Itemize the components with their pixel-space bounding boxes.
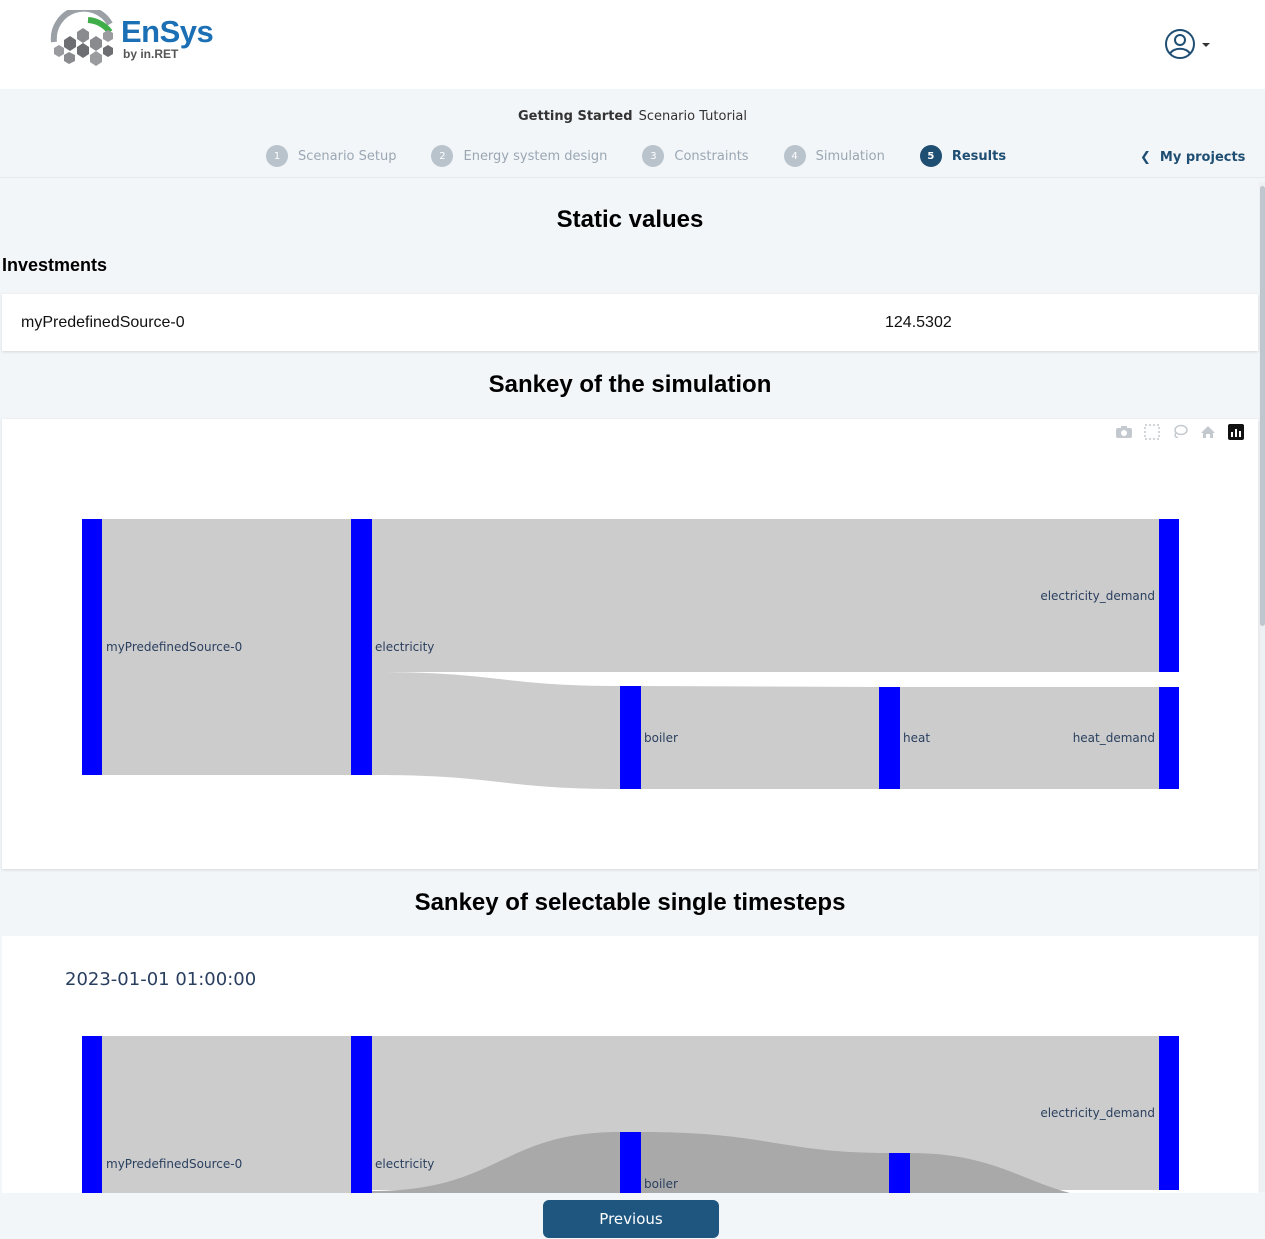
node-label: boiler [644,1177,678,1191]
step-label: Constraints [674,148,749,164]
node-label: heat [903,731,930,745]
step-results[interactable]: 5 Results [919,145,1007,167]
breadcrumb-project: Scenario Tutorial [638,109,747,124]
wizard-steps: 1 Scenario Setup 2 Energy system design … [266,144,1041,168]
sankey-node [620,1132,641,1193]
sankey-node [889,1153,910,1193]
investments-table: myPredefinedSource-0 124.5302 [2,294,1258,351]
sankey-node [1159,687,1179,789]
my-projects-label: My projects [1159,150,1246,165]
logo-text: EnSys [121,14,214,49]
step-energy-system-design[interactable]: 2 Energy system design [431,145,607,167]
node-label: electricity [375,640,434,654]
step-number: 3 [642,145,665,167]
sankey-timestep-title: Sankey of selectable single timesteps [414,889,846,916]
node-label: myPredefinedSource-0 [106,640,242,654]
sankey-link [372,672,620,789]
sankey-node [82,519,102,775]
step-label: Scenario Setup [298,148,397,164]
breadcrumb: Getting Started Scenario Tutorial [0,109,1265,124]
timestep-label: 2023-01-01 01:00:00 [65,969,257,990]
previous-button[interactable]: Previous [543,1200,719,1238]
node-label: electricity [375,1157,434,1171]
top-navbar: EnSys by in.RET [0,0,1265,89]
sankey-node [351,1036,372,1193]
node-label: heat_demand [1073,731,1155,745]
step-constraints[interactable]: 3 Constraints [642,145,749,167]
step-number: 1 [266,145,288,167]
investment-name: myPredefinedSource-0 [21,314,185,331]
logo-subtitle: by in.RET [123,47,179,61]
static-values-title: Static values [556,206,704,233]
plot-modebar [1114,423,1254,441]
step-scenario-setup[interactable]: 1 Scenario Setup [266,145,396,167]
sankey-node [1159,1036,1179,1190]
chevron-left-icon: ❮ [1140,150,1151,165]
node-label: myPredefinedSource-0 [106,1157,242,1171]
lasso-icon[interactable] [1170,423,1190,441]
sankey-plot[interactable]: myPredefinedSource-0 electricity boiler … [2,419,1258,869]
node-label: electricity_demand [1040,1106,1155,1120]
investment-value: 124.5302 [885,314,952,331]
sankey-svg[interactable]: myPredefinedSource-0 electricity boiler … [2,419,1258,869]
sankey-node [351,519,372,775]
step-label: Energy system design [463,148,608,164]
sankey-node [879,687,900,789]
investments-title: Investments [2,255,108,275]
sankey-node [620,686,641,789]
caret-down-icon [1202,43,1210,47]
my-projects-link[interactable]: ❮ My projects [1140,150,1245,165]
home-icon[interactable] [1198,423,1218,441]
step-label: Results [951,148,1007,164]
step-simulation[interactable]: 4 Simulation [783,145,885,167]
sankey-title: Sankey of the simulation [488,371,772,398]
step-number: 5 [919,145,942,167]
node-label: electricity_demand [1040,589,1155,603]
camera-icon[interactable] [1114,423,1134,441]
sankey-node [1159,519,1179,672]
sankey-node [82,1036,102,1193]
user-menu-button[interactable] [1163,27,1215,61]
step-number: 4 [783,145,806,167]
breadcrumb-section: Getting Started [518,109,633,124]
user-avatar-icon [1165,29,1210,59]
plotly-logo-icon[interactable] [1226,423,1246,441]
scrollbar-thumb[interactable] [1260,186,1265,626]
step-label: Simulation [815,148,885,164]
box-select-icon[interactable] [1142,423,1162,441]
step-number: 2 [431,145,454,167]
node-label: boiler [644,731,678,745]
